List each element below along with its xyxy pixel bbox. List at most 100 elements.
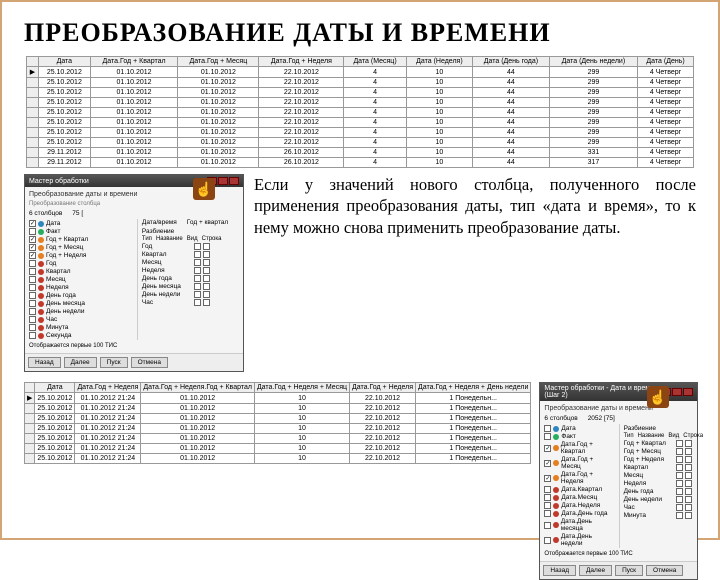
- отмена-button[interactable]: Отмена: [646, 565, 683, 576]
- checkbox[interactable]: [676, 472, 683, 479]
- field-row[interactable]: Дата.Год + Неделя: [544, 471, 612, 485]
- option-row[interactable]: Минута: [624, 512, 693, 519]
- field-row[interactable]: День недели: [29, 308, 131, 315]
- option-row[interactable]: Час: [142, 299, 239, 306]
- checkbox[interactable]: [676, 440, 683, 447]
- checkbox[interactable]: [685, 472, 692, 479]
- field-row[interactable]: Дата.День недели: [544, 533, 612, 547]
- checkbox[interactable]: [203, 291, 210, 298]
- field-row[interactable]: Час: [29, 316, 131, 323]
- field-row[interactable]: Дата: [29, 220, 131, 227]
- checkbox[interactable]: [29, 276, 36, 283]
- checkbox[interactable]: [29, 324, 36, 331]
- field-row[interactable]: Месяц: [29, 276, 131, 283]
- checkbox[interactable]: [544, 425, 551, 432]
- field-row[interactable]: Год + Неделя: [29, 252, 131, 259]
- checkbox[interactable]: [29, 268, 36, 275]
- close-icon[interactable]: [683, 388, 693, 396]
- checkbox[interactable]: [203, 267, 210, 274]
- option-row[interactable]: Год + Месяц: [624, 448, 693, 455]
- field-row[interactable]: Дата.Неделя: [544, 502, 612, 509]
- option-row[interactable]: Месяц: [624, 472, 693, 479]
- checkbox[interactable]: [685, 512, 692, 519]
- checkbox[interactable]: [194, 299, 201, 306]
- field-row[interactable]: Год + Квартал: [29, 236, 131, 243]
- checkbox[interactable]: [685, 488, 692, 495]
- field-row[interactable]: Секунда: [29, 332, 131, 339]
- назад-button[interactable]: Назад: [543, 565, 576, 576]
- checkbox[interactable]: [676, 448, 683, 455]
- checkbox[interactable]: [676, 456, 683, 463]
- checkbox[interactable]: [203, 243, 210, 250]
- checkbox[interactable]: [203, 275, 210, 282]
- option-row[interactable]: Месяц: [142, 259, 239, 266]
- checkbox[interactable]: [203, 283, 210, 290]
- field-row[interactable]: Дата.Год + Квартал: [544, 441, 612, 455]
- option-row[interactable]: Год + Неделя: [624, 456, 693, 463]
- checkbox[interactable]: [194, 275, 201, 282]
- checkbox[interactable]: [685, 448, 692, 455]
- checkbox[interactable]: [685, 480, 692, 487]
- field-row[interactable]: Факт: [544, 433, 612, 440]
- checkbox[interactable]: [29, 228, 36, 235]
- далее-button[interactable]: Далее: [64, 357, 97, 368]
- checkbox[interactable]: [29, 308, 36, 315]
- field-row[interactable]: Дата.День месяца: [544, 518, 612, 532]
- checkbox[interactable]: [29, 252, 36, 259]
- checkbox[interactable]: [194, 243, 201, 250]
- пуск-button[interactable]: Пуск: [100, 357, 128, 368]
- checkbox[interactable]: [685, 504, 692, 511]
- maximize-icon[interactable]: [218, 177, 228, 185]
- option-row[interactable]: День недели: [624, 496, 693, 503]
- field-row[interactable]: Минута: [29, 324, 131, 331]
- field-row[interactable]: День года: [29, 292, 131, 299]
- option-row[interactable]: День года: [624, 488, 693, 495]
- отмена-button[interactable]: Отмена: [131, 357, 168, 368]
- field-row[interactable]: Год + Месяц: [29, 244, 131, 251]
- checkbox[interactable]: [676, 496, 683, 503]
- checkbox[interactable]: [676, 504, 683, 511]
- dialog-titlebar[interactable]: Мастер обработки - Дата и время (Шаг 2) …: [540, 383, 696, 401]
- field-row[interactable]: Факт: [29, 228, 131, 235]
- checkbox[interactable]: [544, 522, 551, 529]
- option-row[interactable]: День месяца: [142, 283, 239, 290]
- checkbox[interactable]: [29, 244, 36, 251]
- checkbox[interactable]: [544, 502, 551, 509]
- option-row[interactable]: Час: [624, 504, 693, 511]
- checkbox[interactable]: [676, 488, 683, 495]
- close-icon[interactable]: [229, 177, 239, 185]
- dialog-titlebar[interactable]: Мастер обработки ☝: [25, 175, 243, 187]
- checkbox[interactable]: [676, 480, 683, 487]
- checkbox[interactable]: [685, 456, 692, 463]
- checkbox[interactable]: [29, 284, 36, 291]
- checkbox[interactable]: [676, 464, 683, 471]
- пуск-button[interactable]: Пуск: [615, 565, 643, 576]
- checkbox[interactable]: [544, 445, 551, 452]
- checkbox[interactable]: [29, 332, 36, 339]
- checkbox[interactable]: [544, 460, 551, 467]
- checkbox[interactable]: [544, 510, 551, 517]
- checkbox[interactable]: [685, 496, 692, 503]
- option-row[interactable]: Неделя: [624, 480, 693, 487]
- checkbox[interactable]: [194, 267, 201, 274]
- checkbox[interactable]: [194, 291, 201, 298]
- checkbox[interactable]: [203, 259, 210, 266]
- option-row[interactable]: Год: [142, 243, 239, 250]
- field-row[interactable]: Дата.День года: [544, 510, 612, 517]
- checkbox[interactable]: [203, 251, 210, 258]
- checkbox[interactable]: [194, 259, 201, 266]
- checkbox[interactable]: [194, 283, 201, 290]
- checkbox[interactable]: [685, 464, 692, 471]
- checkbox[interactable]: [544, 475, 551, 482]
- field-row[interactable]: Дата.Квартал: [544, 486, 612, 493]
- option-row[interactable]: Квартал: [624, 464, 693, 471]
- option-row[interactable]: Квартал: [142, 251, 239, 258]
- checkbox[interactable]: [194, 251, 201, 258]
- field-row[interactable]: Год: [29, 260, 131, 267]
- checkbox[interactable]: [29, 220, 36, 227]
- далее-button[interactable]: Далее: [579, 565, 612, 576]
- checkbox[interactable]: [29, 300, 36, 307]
- field-row[interactable]: День месяца: [29, 300, 131, 307]
- option-row[interactable]: День года: [142, 275, 239, 282]
- field-row[interactable]: Дата: [544, 425, 612, 432]
